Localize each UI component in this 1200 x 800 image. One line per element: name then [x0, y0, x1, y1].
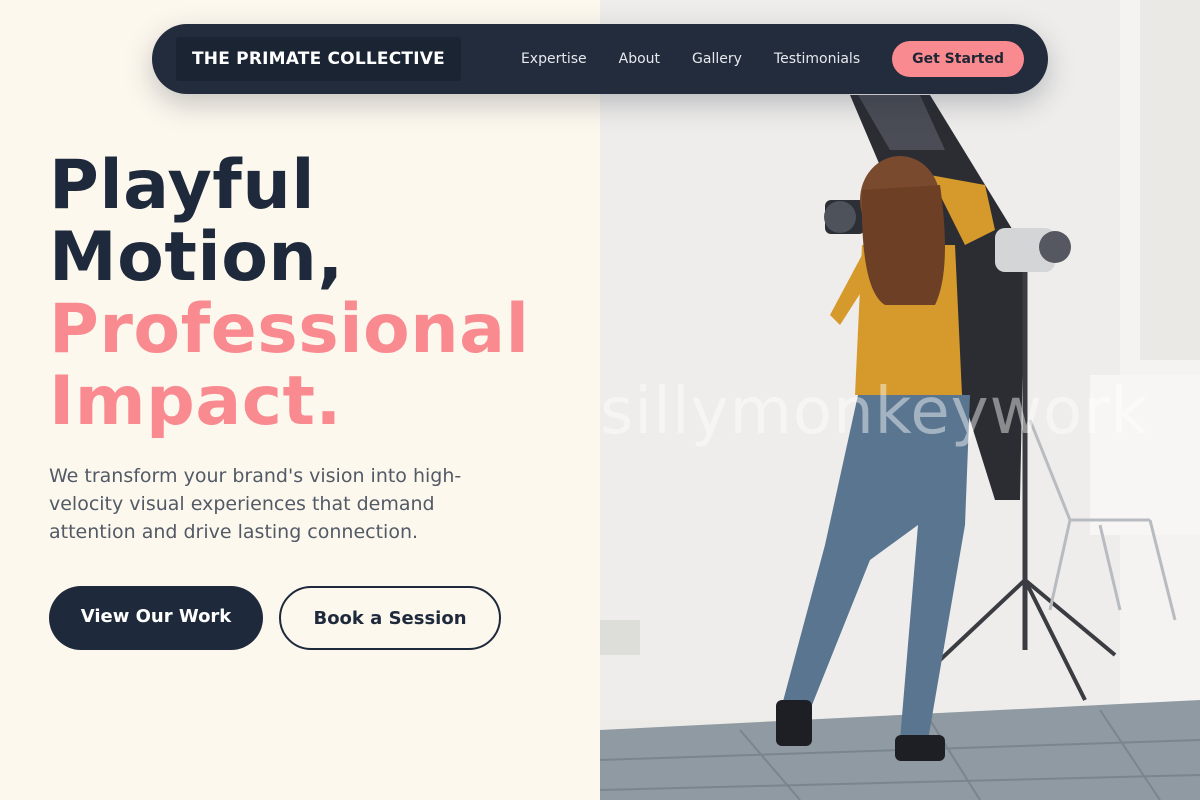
hero-title: Playful Motion, Professional Impact. — [49, 150, 529, 438]
nav-link-testimonials[interactable]: Testimonials — [774, 51, 860, 67]
hero-description: We transform your brand's vision into hi… — [49, 465, 462, 543]
nav-links: Expertise About Gallery Testimonials Get… — [521, 41, 1024, 77]
top-navigation-bar: THE PRIMATE COLLECTIVE Expertise About G… — [152, 24, 1048, 94]
nav-link-gallery[interactable]: Gallery — [692, 51, 742, 67]
hero-photo: sillymonkeywork — [600, 0, 1200, 800]
book-a-session-button[interactable]: Book a Session — [279, 586, 501, 650]
nav-link-about[interactable]: About — [619, 51, 660, 67]
view-our-work-button[interactable]: View Our Work — [49, 586, 263, 650]
hero-title-line-3: Professional — [49, 290, 530, 369]
hero-title-line-1: Playful — [49, 146, 316, 225]
brand-logo[interactable]: THE PRIMATE COLLECTIVE — [176, 37, 461, 81]
get-started-button[interactable]: Get Started — [892, 41, 1024, 77]
nav-link-expertise[interactable]: Expertise — [521, 51, 587, 67]
hero-title-line-2: Motion, — [49, 218, 344, 297]
hero-title-line-4: Impact. — [49, 362, 342, 441]
